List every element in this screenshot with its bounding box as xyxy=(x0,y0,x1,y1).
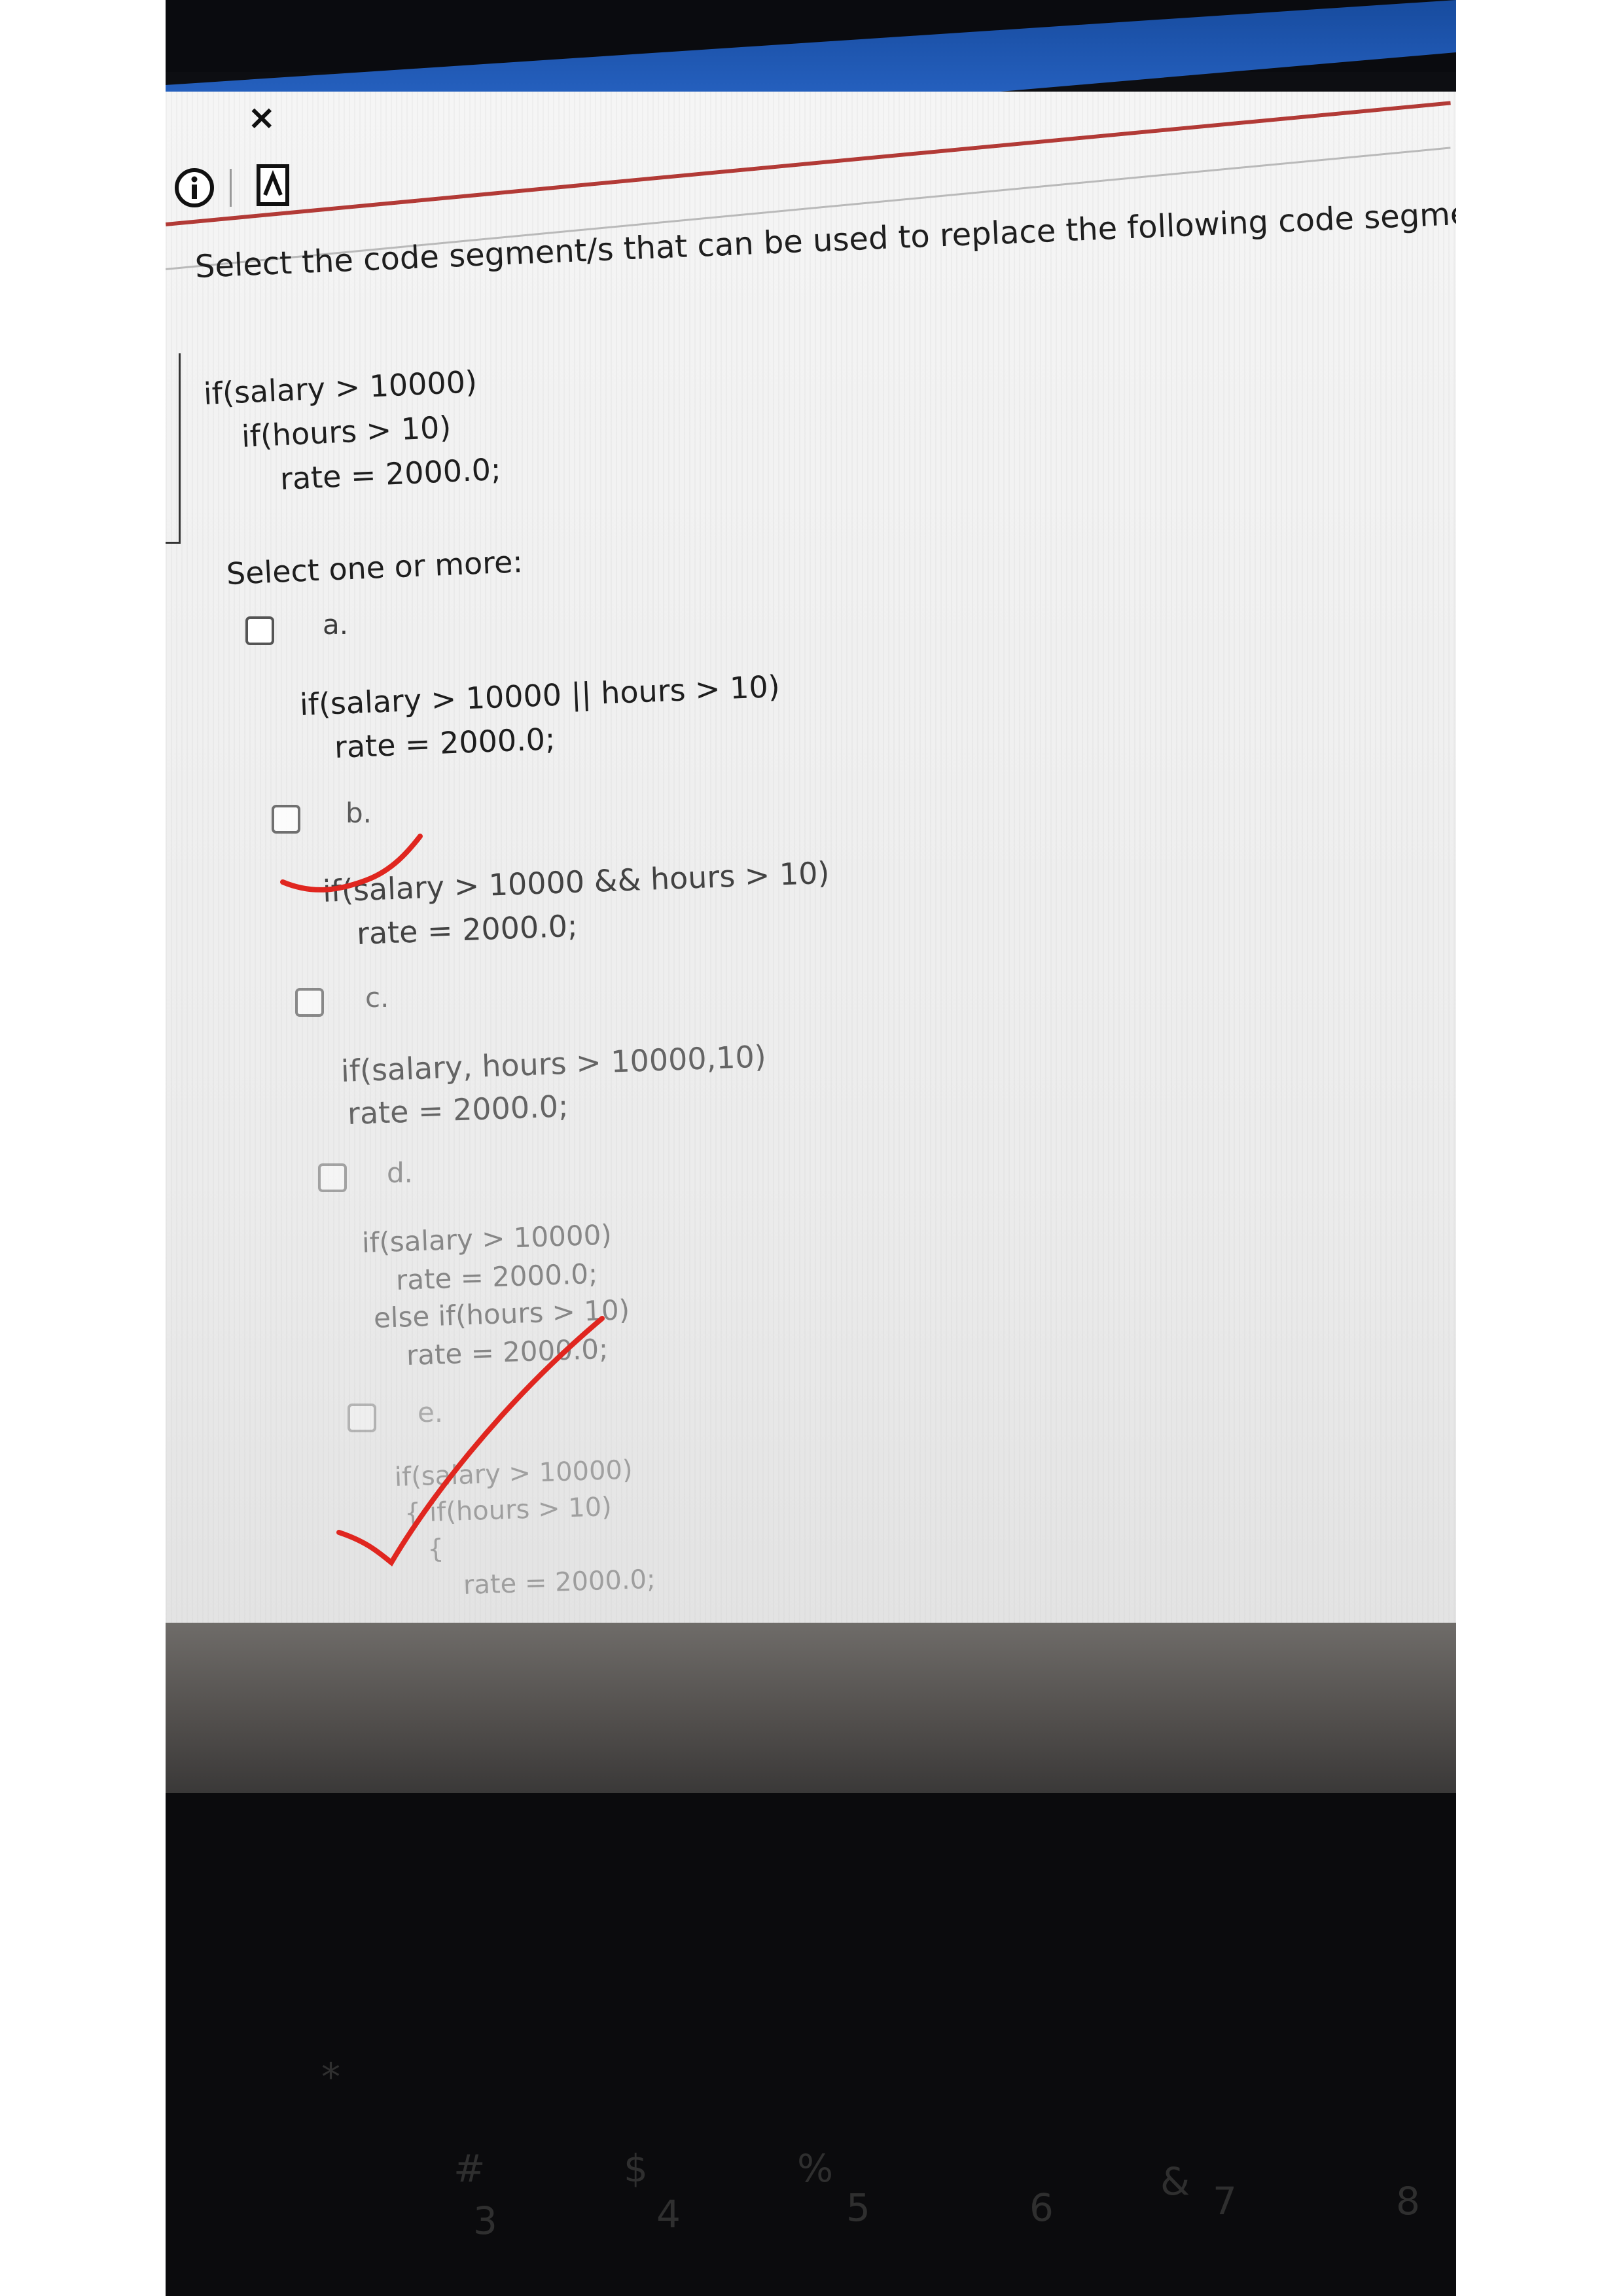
option-b-code: if(salary > 10000 && hours > 10) xyxy=(322,855,830,909)
option-e-label: e. xyxy=(418,1396,444,1428)
option-c-label: c. xyxy=(365,981,389,1014)
option-a-code: rate = 2000.0; xyxy=(333,721,556,765)
option-d-label: d. xyxy=(387,1157,414,1189)
option-d-code: else if(hours > 10) xyxy=(373,1294,630,1334)
question-code-line: if(hours > 10) xyxy=(240,409,452,454)
option-b-code: rate = 2000.0; xyxy=(356,908,579,951)
key-label: 8 xyxy=(1396,2179,1420,2223)
option-e-code: rate = 2000.0; xyxy=(463,1564,656,1600)
question-code-line: rate = 2000.0; xyxy=(279,451,502,497)
document-icon[interactable] xyxy=(256,164,290,207)
option-e-checkbox[interactable] xyxy=(348,1404,376,1432)
question-code-line: if(salary > 10000) xyxy=(202,364,478,412)
option-a-checkbox[interactable] xyxy=(245,616,274,645)
screen-content: × Select the code segment/s that can be … xyxy=(166,0,1456,1636)
option-d-code: if(salary > 10000) xyxy=(361,1218,613,1259)
key-label: 5 xyxy=(846,2185,870,2230)
option-e-code: { if(hours > 10) xyxy=(404,1492,613,1528)
option-e-code: { xyxy=(427,1534,445,1564)
option-c-code: rate = 2000.0; xyxy=(347,1088,569,1131)
option-b-checkbox[interactable] xyxy=(272,805,300,834)
close-tab-button[interactable]: × xyxy=(247,98,276,137)
option-d-code: rate = 2000.0; xyxy=(406,1332,609,1371)
select-instruction: Select one or more: xyxy=(225,544,524,592)
key-label: $ xyxy=(624,2146,648,2191)
key-label: * xyxy=(321,2055,340,2099)
keyboard: * # 3 $ 4 % 5 6 & 7 8 xyxy=(166,1793,1456,2296)
key-label: 3 xyxy=(473,2199,497,2243)
panel-edge xyxy=(166,353,181,544)
key-label: 4 xyxy=(656,2192,681,2236)
key-label: % xyxy=(797,2146,834,2191)
option-d-code: rate = 2000.0; xyxy=(395,1257,598,1296)
key-label: 6 xyxy=(1029,2185,1054,2230)
option-b-label: b. xyxy=(346,797,372,829)
info-icon[interactable] xyxy=(173,167,215,209)
key-label: & xyxy=(1160,2159,1190,2204)
key-label: 7 xyxy=(1213,2179,1237,2223)
option-c-checkbox[interactable] xyxy=(295,988,324,1017)
option-c-code: if(salary, hours > 10000,10) xyxy=(340,1038,767,1089)
option-a-code: if(salary > 10000 || hours > 10) xyxy=(298,668,781,722)
key-label: # xyxy=(454,2146,486,2191)
option-a-label: a. xyxy=(323,609,349,641)
toolbar-separator xyxy=(230,169,232,207)
option-e-code: if(salary > 10000) xyxy=(394,1455,633,1492)
option-d-checkbox[interactable] xyxy=(318,1163,347,1192)
photo-frame: * # 3 $ 4 % 5 6 & 7 8 × Select the code … xyxy=(166,0,1456,2296)
